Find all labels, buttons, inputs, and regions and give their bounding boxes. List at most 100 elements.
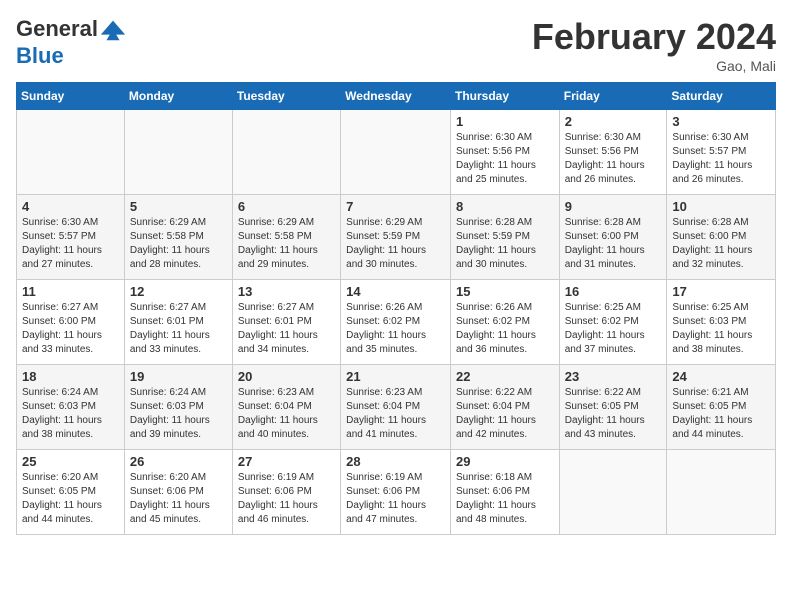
day-info: Sunrise: 6:23 AM Sunset: 6:04 PM Dayligh… [238, 386, 335, 442]
day-info: Sunrise: 6:27 AM Sunset: 6:01 PM Dayligh… [238, 301, 335, 357]
calendar-cell [124, 110, 232, 195]
day-number: 13 [238, 284, 335, 299]
day-number: 22 [456, 369, 554, 384]
day-info: Sunrise: 6:27 AM Sunset: 6:00 PM Dayligh… [22, 301, 119, 357]
weekday-header: Saturday [667, 83, 776, 110]
calendar-cell [667, 450, 776, 535]
day-info: Sunrise: 6:20 AM Sunset: 6:05 PM Dayligh… [22, 471, 119, 527]
day-info: Sunrise: 6:22 AM Sunset: 6:05 PM Dayligh… [565, 386, 662, 442]
day-number: 21 [346, 369, 445, 384]
day-info: Sunrise: 6:25 AM Sunset: 6:03 PM Dayligh… [672, 301, 770, 357]
title-block: February 2024 Gao, Mali [532, 16, 776, 74]
day-number: 1 [456, 114, 554, 129]
logo: General Blue [16, 16, 128, 68]
calendar-week-row: 18Sunrise: 6:24 AM Sunset: 6:03 PM Dayli… [17, 365, 776, 450]
day-info: Sunrise: 6:26 AM Sunset: 6:02 PM Dayligh… [456, 301, 554, 357]
calendar-cell [17, 110, 125, 195]
day-number: 11 [22, 284, 119, 299]
day-number: 28 [346, 454, 445, 469]
day-info: Sunrise: 6:23 AM Sunset: 6:04 PM Dayligh… [346, 386, 445, 442]
calendar-cell: 23 Sunrise: 6:22 AM Sunset: 6:05 PM Dayli… [559, 365, 667, 450]
calendar-cell: 8 Sunrise: 6:28 AM Sunset: 5:59 PM Daylig… [450, 195, 559, 280]
calendar-week-row: 1 Sunrise: 6:30 AM Sunset: 5:56 PM Daylig… [17, 110, 776, 195]
calendar-cell: 11 Sunrise: 6:27 AM Sunset: 6:00 PM Dayli… [17, 280, 125, 365]
calendar-cell: 17 Sunrise: 6:25 AM Sunset: 6:03 PM Dayli… [667, 280, 776, 365]
day-number: 20 [238, 369, 335, 384]
day-info: Sunrise: 6:28 AM Sunset: 6:00 PM Dayligh… [565, 216, 662, 272]
day-number: 4 [22, 199, 119, 214]
logo-general: General [16, 16, 98, 41]
weekday-header: Thursday [450, 83, 559, 110]
logo-blue-text: Blue [16, 44, 128, 68]
day-info: Sunrise: 6:30 AM Sunset: 5:57 PM Dayligh… [672, 131, 770, 187]
calendar-week-row: 4 Sunrise: 6:30 AM Sunset: 5:57 PM Daylig… [17, 195, 776, 280]
calendar-cell: 14Sunrise: 6:26 AM Sunset: 6:02 PM Dayli… [341, 280, 451, 365]
day-info: Sunrise: 6:30 AM Sunset: 5:56 PM Dayligh… [565, 131, 662, 187]
day-number: 8 [456, 199, 554, 214]
day-info: Sunrise: 6:19 AM Sunset: 6:06 PM Dayligh… [238, 471, 335, 527]
day-number: 24 [672, 369, 770, 384]
day-number: 23 [565, 369, 662, 384]
day-info: Sunrise: 6:28 AM Sunset: 5:59 PM Dayligh… [456, 216, 554, 272]
day-info: Sunrise: 6:24 AM Sunset: 6:03 PM Dayligh… [22, 386, 119, 442]
day-number: 27 [238, 454, 335, 469]
page-header: General Blue February 2024 Gao, Mali [16, 16, 776, 74]
weekday-header: Sunday [17, 83, 125, 110]
calendar-cell: 7 Sunrise: 6:29 AM Sunset: 5:59 PM Daylig… [341, 195, 451, 280]
day-info: Sunrise: 6:18 AM Sunset: 6:06 PM Dayligh… [456, 471, 554, 527]
day-number: 16 [565, 284, 662, 299]
day-info: Sunrise: 6:29 AM Sunset: 5:58 PM Dayligh… [130, 216, 227, 272]
calendar-cell: 18Sunrise: 6:24 AM Sunset: 6:03 PM Dayli… [17, 365, 125, 450]
calendar-cell [341, 110, 451, 195]
calendar-table: SundayMondayTuesdayWednesdayThursdayFrid… [16, 82, 776, 535]
calendar-cell: 4 Sunrise: 6:30 AM Sunset: 5:57 PM Daylig… [17, 195, 125, 280]
calendar-cell [559, 450, 667, 535]
day-number: 3 [672, 114, 770, 129]
day-info: Sunrise: 6:29 AM Sunset: 5:58 PM Dayligh… [238, 216, 335, 272]
calendar-cell: 9 Sunrise: 6:28 AM Sunset: 6:00 PM Daylig… [559, 195, 667, 280]
day-number: 25 [22, 454, 119, 469]
day-number: 26 [130, 454, 227, 469]
day-info: Sunrise: 6:22 AM Sunset: 6:04 PM Dayligh… [456, 386, 554, 442]
day-number: 17 [672, 284, 770, 299]
calendar-cell: 13 Sunrise: 6:27 AM Sunset: 6:01 PM Dayli… [232, 280, 340, 365]
calendar-cell: 26Sunrise: 6:20 AM Sunset: 6:06 PM Dayli… [124, 450, 232, 535]
calendar-cell: 5Sunrise: 6:29 AM Sunset: 5:58 PM Daylig… [124, 195, 232, 280]
calendar-cell: 27 Sunrise: 6:19 AM Sunset: 6:06 PM Dayli… [232, 450, 340, 535]
calendar-cell [232, 110, 340, 195]
day-number: 2 [565, 114, 662, 129]
calendar-cell: 25 Sunrise: 6:20 AM Sunset: 6:05 PM Dayli… [17, 450, 125, 535]
calendar-cell: 21 Sunrise: 6:23 AM Sunset: 6:04 PM Dayli… [341, 365, 451, 450]
calendar-cell: 3 Sunrise: 6:30 AM Sunset: 5:57 PM Daylig… [667, 110, 776, 195]
month-year: February 2024 [532, 16, 776, 58]
day-info: Sunrise: 6:30 AM Sunset: 5:57 PM Dayligh… [22, 216, 119, 272]
calendar-cell: 1 Sunrise: 6:30 AM Sunset: 5:56 PM Daylig… [450, 110, 559, 195]
calendar-week-row: 11 Sunrise: 6:27 AM Sunset: 6:00 PM Dayli… [17, 280, 776, 365]
day-number: 29 [456, 454, 554, 469]
day-info: Sunrise: 6:21 AM Sunset: 6:05 PM Dayligh… [672, 386, 770, 442]
day-number: 10 [672, 199, 770, 214]
day-number: 7 [346, 199, 445, 214]
day-number: 19 [130, 369, 227, 384]
day-number: 12 [130, 284, 227, 299]
calendar-cell: 16 Sunrise: 6:25 AM Sunset: 6:02 PM Dayli… [559, 280, 667, 365]
calendar-cell: 10 Sunrise: 6:28 AM Sunset: 6:00 PM Dayli… [667, 195, 776, 280]
weekday-header: Friday [559, 83, 667, 110]
day-info: Sunrise: 6:26 AM Sunset: 6:02 PM Dayligh… [346, 301, 445, 357]
weekday-header: Wednesday [341, 83, 451, 110]
calendar-cell: 12 Sunrise: 6:27 AM Sunset: 6:01 PM Dayli… [124, 280, 232, 365]
day-info: Sunrise: 6:30 AM Sunset: 5:56 PM Dayligh… [456, 131, 554, 187]
day-info: Sunrise: 6:27 AM Sunset: 6:01 PM Dayligh… [130, 301, 227, 357]
day-info: Sunrise: 6:19 AM Sunset: 6:06 PM Dayligh… [346, 471, 445, 527]
day-info: Sunrise: 6:24 AM Sunset: 6:03 PM Dayligh… [130, 386, 227, 442]
calendar-cell: 2 Sunrise: 6:30 AM Sunset: 5:56 PM Daylig… [559, 110, 667, 195]
day-info: Sunrise: 6:29 AM Sunset: 5:59 PM Dayligh… [346, 216, 445, 272]
day-number: 6 [238, 199, 335, 214]
day-number: 15 [456, 284, 554, 299]
day-number: 9 [565, 199, 662, 214]
calendar-cell: 15 Sunrise: 6:26 AM Sunset: 6:02 PM Dayli… [450, 280, 559, 365]
day-info: Sunrise: 6:25 AM Sunset: 6:02 PM Dayligh… [565, 301, 662, 357]
day-info: Sunrise: 6:28 AM Sunset: 6:00 PM Dayligh… [672, 216, 770, 272]
calendar-cell: 6 Sunrise: 6:29 AM Sunset: 5:58 PM Daylig… [232, 195, 340, 280]
calendar-cell: 24 Sunrise: 6:21 AM Sunset: 6:05 PM Dayli… [667, 365, 776, 450]
